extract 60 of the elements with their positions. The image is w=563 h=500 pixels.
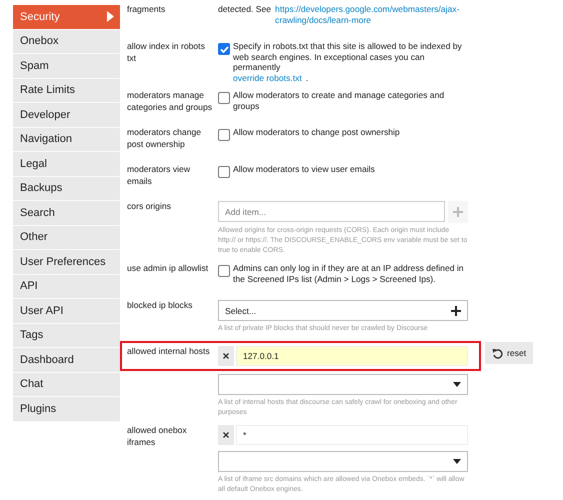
sidebar-item[interactable]: Navigation bbox=[13, 128, 120, 152]
add-item-field[interactable]: Add item... bbox=[218, 201, 446, 222]
checkbox[interactable] bbox=[218, 43, 230, 55]
setting-label: use admin ip allowlist bbox=[127, 263, 210, 274]
sidebar-item[interactable]: Dashboard bbox=[13, 348, 120, 372]
value-field[interactable]: 127.0.0.1 bbox=[236, 346, 468, 366]
sidebar-item[interactable]: Backups bbox=[13, 176, 120, 201]
plus-icon bbox=[453, 207, 464, 217]
remove-button[interactable] bbox=[218, 346, 234, 366]
remove-button[interactable] bbox=[218, 425, 234, 445]
setting-description: Admins can only log in if they are at an IP address defined in the Screened IPs list (Admin > Logs > Screened Ips). bbox=[233, 263, 465, 284]
sidebar-item[interactable]: Chat bbox=[13, 372, 120, 397]
setting-description: Specify in robots.txt that this site is allowed to be indexed by web search engines. In exceptional cases you can permanently bbox=[233, 41, 463, 72]
undo-icon bbox=[492, 348, 503, 358]
setting-label: cors origins bbox=[127, 201, 172, 212]
checkbox[interactable] bbox=[218, 265, 230, 277]
select-placeholder: Select... bbox=[225, 306, 256, 316]
setting-label: fragments bbox=[127, 4, 166, 16]
close-icon bbox=[223, 353, 229, 359]
sidebar-item[interactable]: Spam bbox=[13, 54, 120, 78]
sidebar-item[interactable]: API bbox=[13, 274, 120, 299]
setting-label: moderators view emails bbox=[127, 164, 192, 187]
sidebar-item[interactable]: Other bbox=[13, 226, 120, 250]
plus-icon bbox=[451, 306, 461, 316]
checkbox[interactable] bbox=[218, 92, 230, 104]
checkbox[interactable] bbox=[218, 166, 230, 178]
setting-description: Allow moderators to create and manage categories and groups bbox=[233, 90, 446, 111]
value-field[interactable]: * bbox=[236, 425, 468, 445]
close-icon bbox=[223, 432, 229, 438]
checkbox[interactable] bbox=[218, 129, 230, 141]
link[interactable]: https://developers.google.com/webmasters/ajax-crawling/docs/learn-more bbox=[275, 4, 468, 25]
sidebar-item[interactable]: Legal bbox=[13, 152, 120, 176]
sidebar-item[interactable]: Search bbox=[13, 201, 120, 226]
setting-label: allow index in robots txt bbox=[127, 41, 206, 64]
caret-down-icon bbox=[453, 382, 461, 387]
sidebar-item[interactable]: User API bbox=[13, 299, 120, 324]
setting-description: Allow moderators to view user emails bbox=[233, 164, 375, 174]
setting-label: allowed internal hosts bbox=[127, 346, 211, 358]
setting-label: moderators change post ownership bbox=[127, 127, 202, 150]
sidebar-item[interactable]: User Preferences bbox=[13, 250, 120, 274]
dropdown-field[interactable] bbox=[218, 374, 468, 395]
sidebar-item[interactable]: Developer bbox=[13, 103, 120, 128]
setting-description: detected. See bbox=[218, 4, 272, 16]
setting-label: moderators manage categories and groups bbox=[127, 90, 214, 113]
dropdown-field[interactable] bbox=[218, 451, 468, 472]
sidebar-item[interactable]: Rate Limits bbox=[13, 78, 120, 103]
sidebar-item[interactable]: Plugins bbox=[13, 397, 120, 422]
caret-right-icon bbox=[107, 11, 114, 22]
setting-label: blocked ip blocks bbox=[127, 300, 194, 312]
sidebar-item[interactable]: Onebox bbox=[13, 30, 120, 54]
sidebar-item[interactable]: Tags bbox=[13, 324, 120, 348]
link[interactable]: override robots.txt bbox=[233, 72, 302, 83]
sidebar-item[interactable]: Security bbox=[13, 5, 120, 30]
setting-label: allowed onebox iframes bbox=[127, 425, 188, 448]
caret-down-icon bbox=[453, 459, 461, 464]
reset-button[interactable]: reset bbox=[485, 342, 534, 364]
setting-description: . bbox=[306, 72, 308, 83]
checkmark-icon bbox=[220, 46, 228, 52]
select-field[interactable]: Select... bbox=[218, 300, 468, 321]
setting-description: Allow moderators to change post ownership bbox=[233, 127, 400, 138]
